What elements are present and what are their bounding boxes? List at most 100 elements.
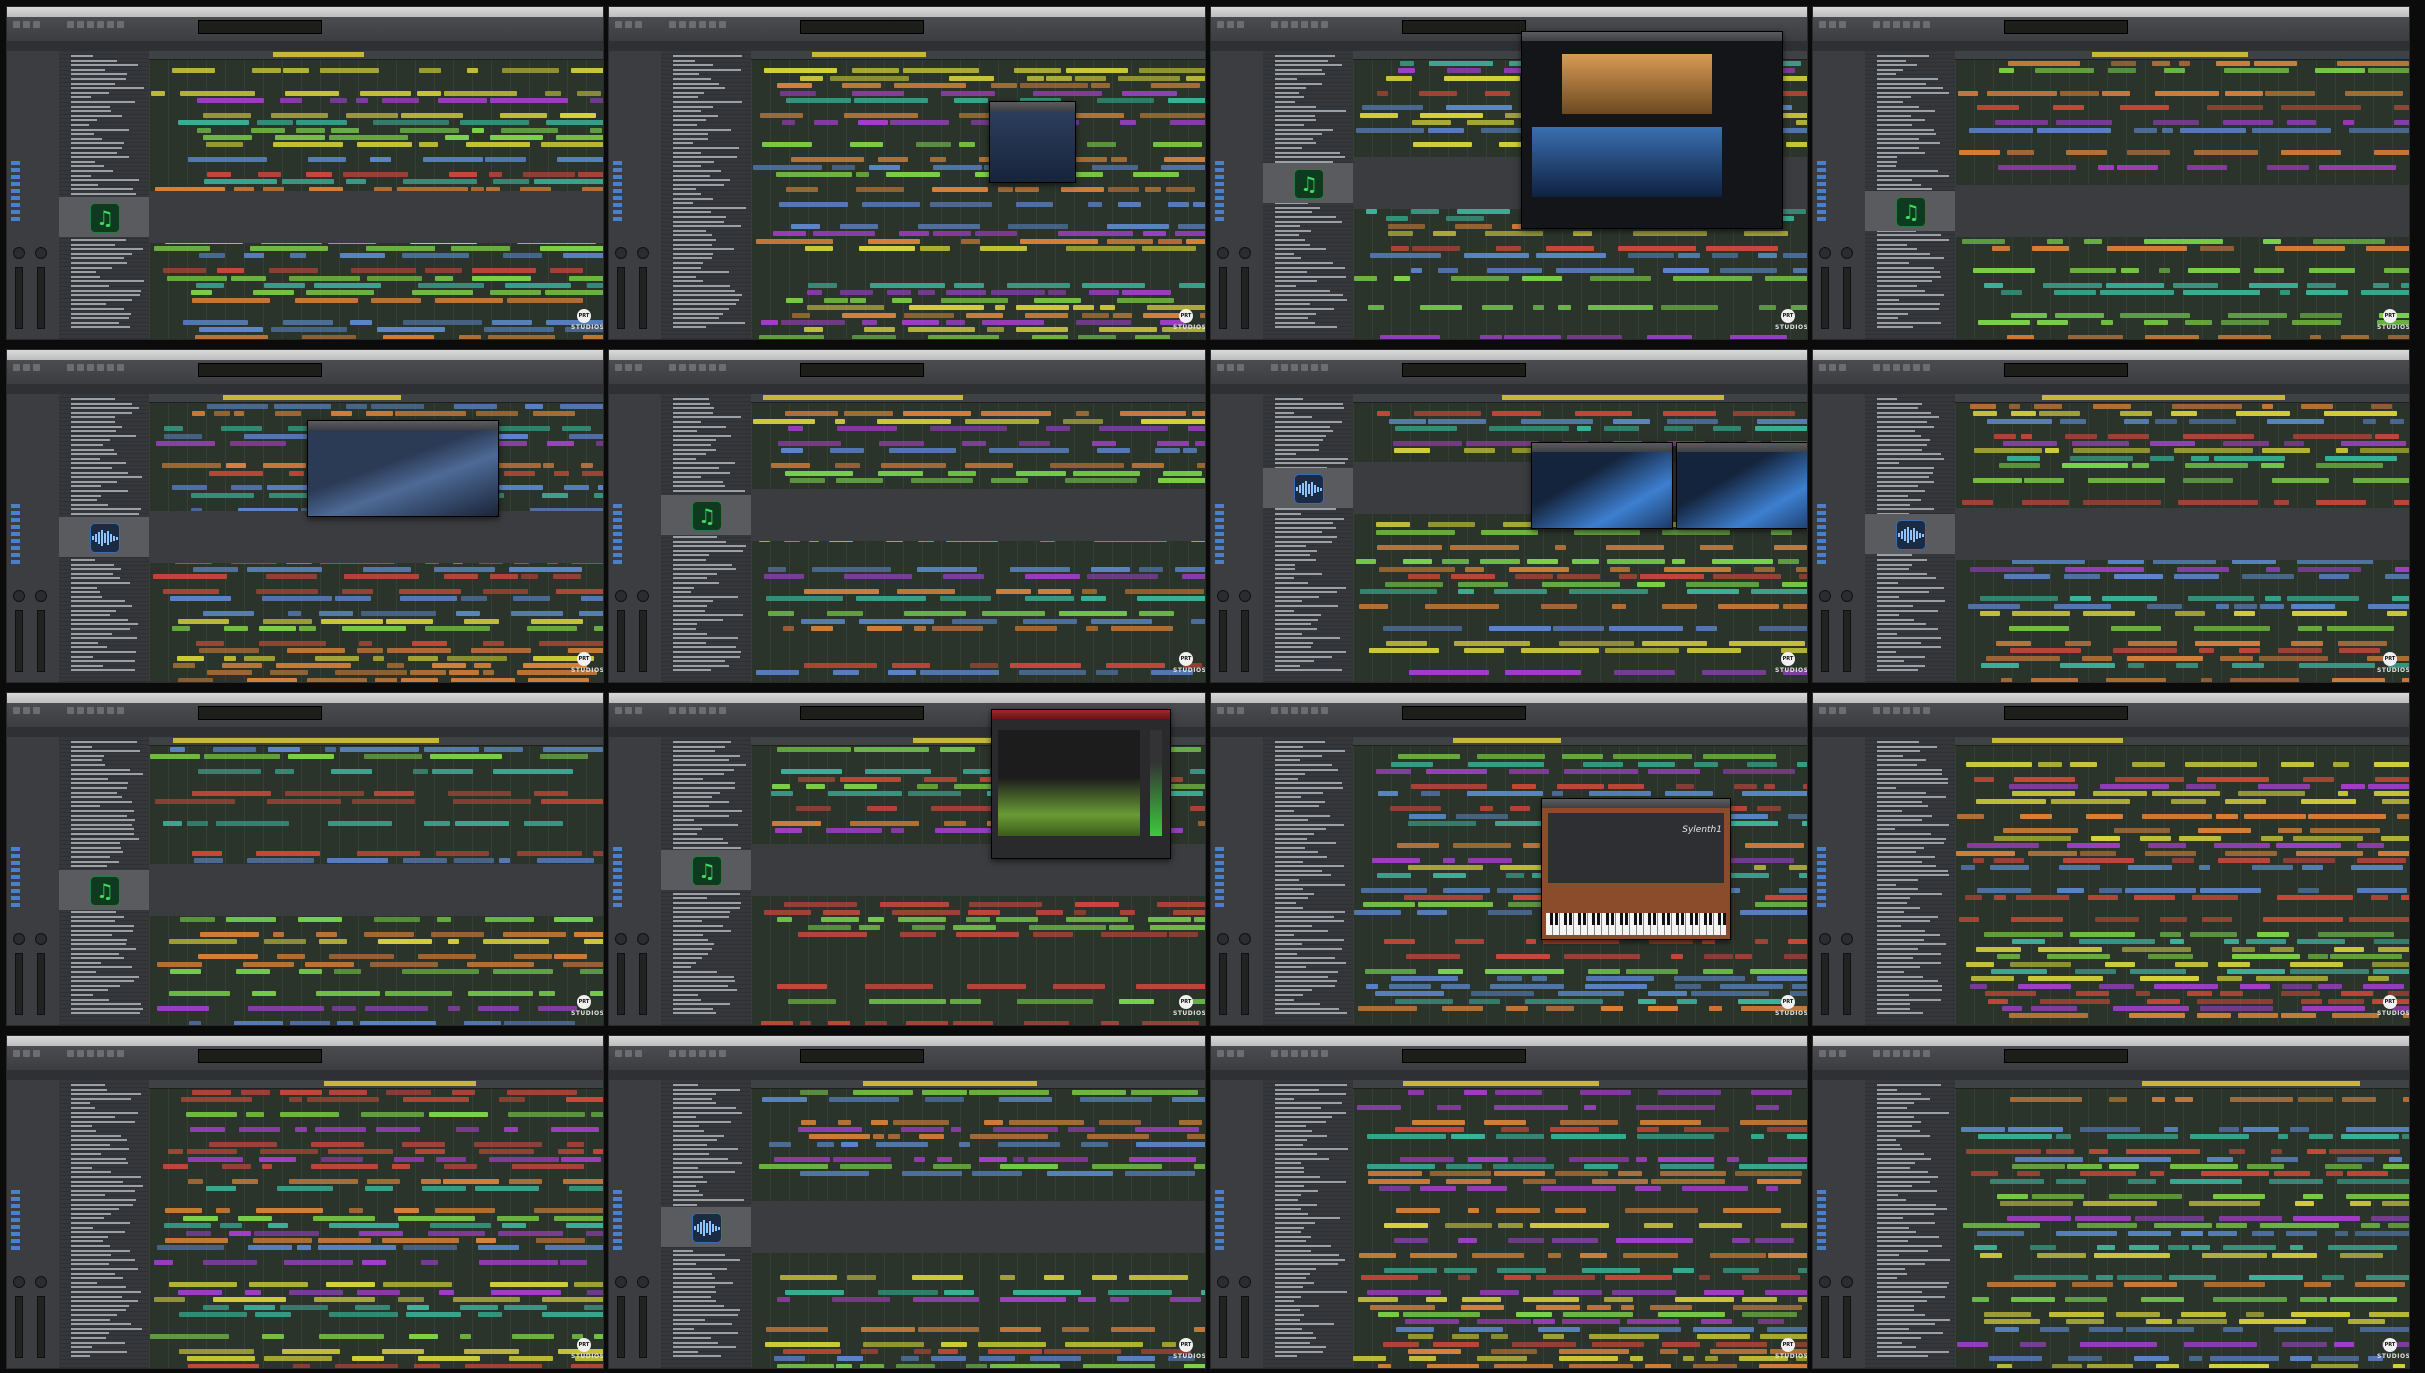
region[interactable]: [387, 648, 451, 654]
transport-button[interactable]: [1893, 707, 1900, 714]
region[interactable]: [2222, 1326, 2243, 1332]
track-name[interactable]: [1275, 248, 1326, 251]
track-name[interactable]: [1877, 568, 1910, 571]
region[interactable]: [1190, 769, 1205, 775]
region[interactable]: [2129, 1245, 2160, 1251]
track-name[interactable]: [71, 1088, 107, 1091]
region[interactable]: [1406, 954, 1461, 960]
track-name[interactable]: [673, 641, 706, 644]
region[interactable]: [816, 1141, 834, 1147]
bar-ruler[interactable]: [1353, 737, 1807, 746]
track-name[interactable]: [673, 197, 714, 200]
region[interactable]: [418, 1356, 480, 1362]
region[interactable]: [551, 1127, 599, 1132]
region[interactable]: [2171, 858, 2194, 863]
track-name[interactable]: [1275, 545, 1306, 548]
region[interactable]: [1484, 231, 1543, 237]
region[interactable]: [483, 670, 494, 676]
track-name[interactable]: [71, 600, 125, 603]
transport-button[interactable]: [1829, 21, 1836, 28]
region[interactable]: [2292, 611, 2347, 617]
region[interactable]: [224, 626, 249, 631]
region[interactable]: [2134, 127, 2157, 133]
region[interactable]: [1796, 761, 1807, 767]
region[interactable]: [1989, 865, 2030, 871]
track-name[interactable]: [1877, 582, 1898, 584]
region[interactable]: [399, 589, 462, 594]
region[interactable]: [1355, 127, 1425, 133]
region[interactable]: [374, 917, 421, 923]
region[interactable]: [1064, 1341, 1144, 1347]
region[interactable]: [2194, 640, 2260, 646]
track-name[interactable]: [1877, 1148, 1902, 1151]
region[interactable]: [578, 611, 603, 617]
region[interactable]: [929, 426, 1008, 432]
region[interactable]: [2064, 1297, 2108, 1303]
track-name[interactable]: [1275, 1277, 1306, 1280]
track-name[interactable]: [673, 1268, 727, 1270]
region[interactable]: [2382, 1164, 2409, 1169]
track-name[interactable]: [673, 114, 719, 117]
track-name[interactable]: [1275, 1003, 1321, 1006]
region[interactable]: [267, 798, 342, 804]
region[interactable]: [999, 1275, 1016, 1280]
region[interactable]: [1186, 1134, 1205, 1140]
track-name[interactable]: [673, 1332, 739, 1335]
region[interactable]: [827, 791, 902, 797]
region[interactable]: [1728, 640, 1805, 646]
region[interactable]: [504, 1020, 576, 1025]
transport-button[interactable]: [709, 707, 716, 714]
region[interactable]: [385, 1090, 431, 1095]
track-name[interactable]: [1877, 860, 1922, 863]
track-name[interactable]: [1877, 952, 1942, 955]
track-name[interactable]: [1877, 78, 1938, 80]
region[interactable]: [1396, 1208, 1441, 1214]
region[interactable]: [2169, 939, 2184, 945]
transport-button[interactable]: [1913, 1050, 1920, 1057]
region[interactable]: [1046, 1171, 1114, 1177]
track-name[interactable]: [1877, 1327, 1910, 1330]
region[interactable]: [2014, 1156, 2083, 1162]
region[interactable]: [2396, 813, 2409, 819]
track-name[interactable]: [1877, 1286, 1947, 1289]
region[interactable]: [2028, 850, 2077, 856]
region[interactable]: [1584, 983, 1647, 989]
region[interactable]: [1966, 961, 1994, 967]
region[interactable]: [764, 68, 838, 74]
region[interactable]: [1523, 843, 1540, 849]
transport-button[interactable]: [1311, 707, 1318, 714]
region[interactable]: [2039, 1326, 2069, 1332]
region[interactable]: [2115, 776, 2185, 782]
region[interactable]: [2271, 478, 2329, 483]
region[interactable]: [1194, 1164, 1205, 1169]
region[interactable]: [420, 1260, 439, 1266]
track-name[interactable]: [71, 1286, 127, 1289]
region[interactable]: [1183, 448, 1198, 454]
region[interactable]: [1367, 1171, 1422, 1177]
region[interactable]: [2360, 448, 2409, 454]
region[interactable]: [501, 127, 559, 133]
track-name[interactable]: [1877, 595, 1900, 598]
region[interactable]: [940, 747, 975, 752]
region[interactable]: [1171, 1097, 1205, 1103]
region[interactable]: [346, 179, 366, 185]
track-name[interactable]: [1877, 810, 1902, 812]
pan-knob[interactable]: [1841, 590, 1853, 602]
region[interactable]: [2282, 1341, 2328, 1347]
region[interactable]: [289, 1289, 343, 1295]
region[interactable]: [2160, 917, 2188, 923]
region[interactable]: [2318, 932, 2394, 937]
region[interactable]: [313, 283, 382, 288]
region[interactable]: [930, 201, 992, 207]
track-name[interactable]: [71, 490, 129, 492]
track-name[interactable]: [1275, 943, 1303, 946]
region[interactable]: [2031, 1006, 2077, 1011]
region[interactable]: [1188, 426, 1205, 432]
track-name[interactable]: [673, 892, 740, 895]
region[interactable]: [859, 924, 880, 930]
region[interactable]: [150, 90, 165, 96]
region[interactable]: [271, 327, 347, 333]
region[interactable]: [1726, 1156, 1740, 1162]
region[interactable]: [1496, 1267, 1546, 1273]
track-name[interactable]: [673, 193, 701, 195]
